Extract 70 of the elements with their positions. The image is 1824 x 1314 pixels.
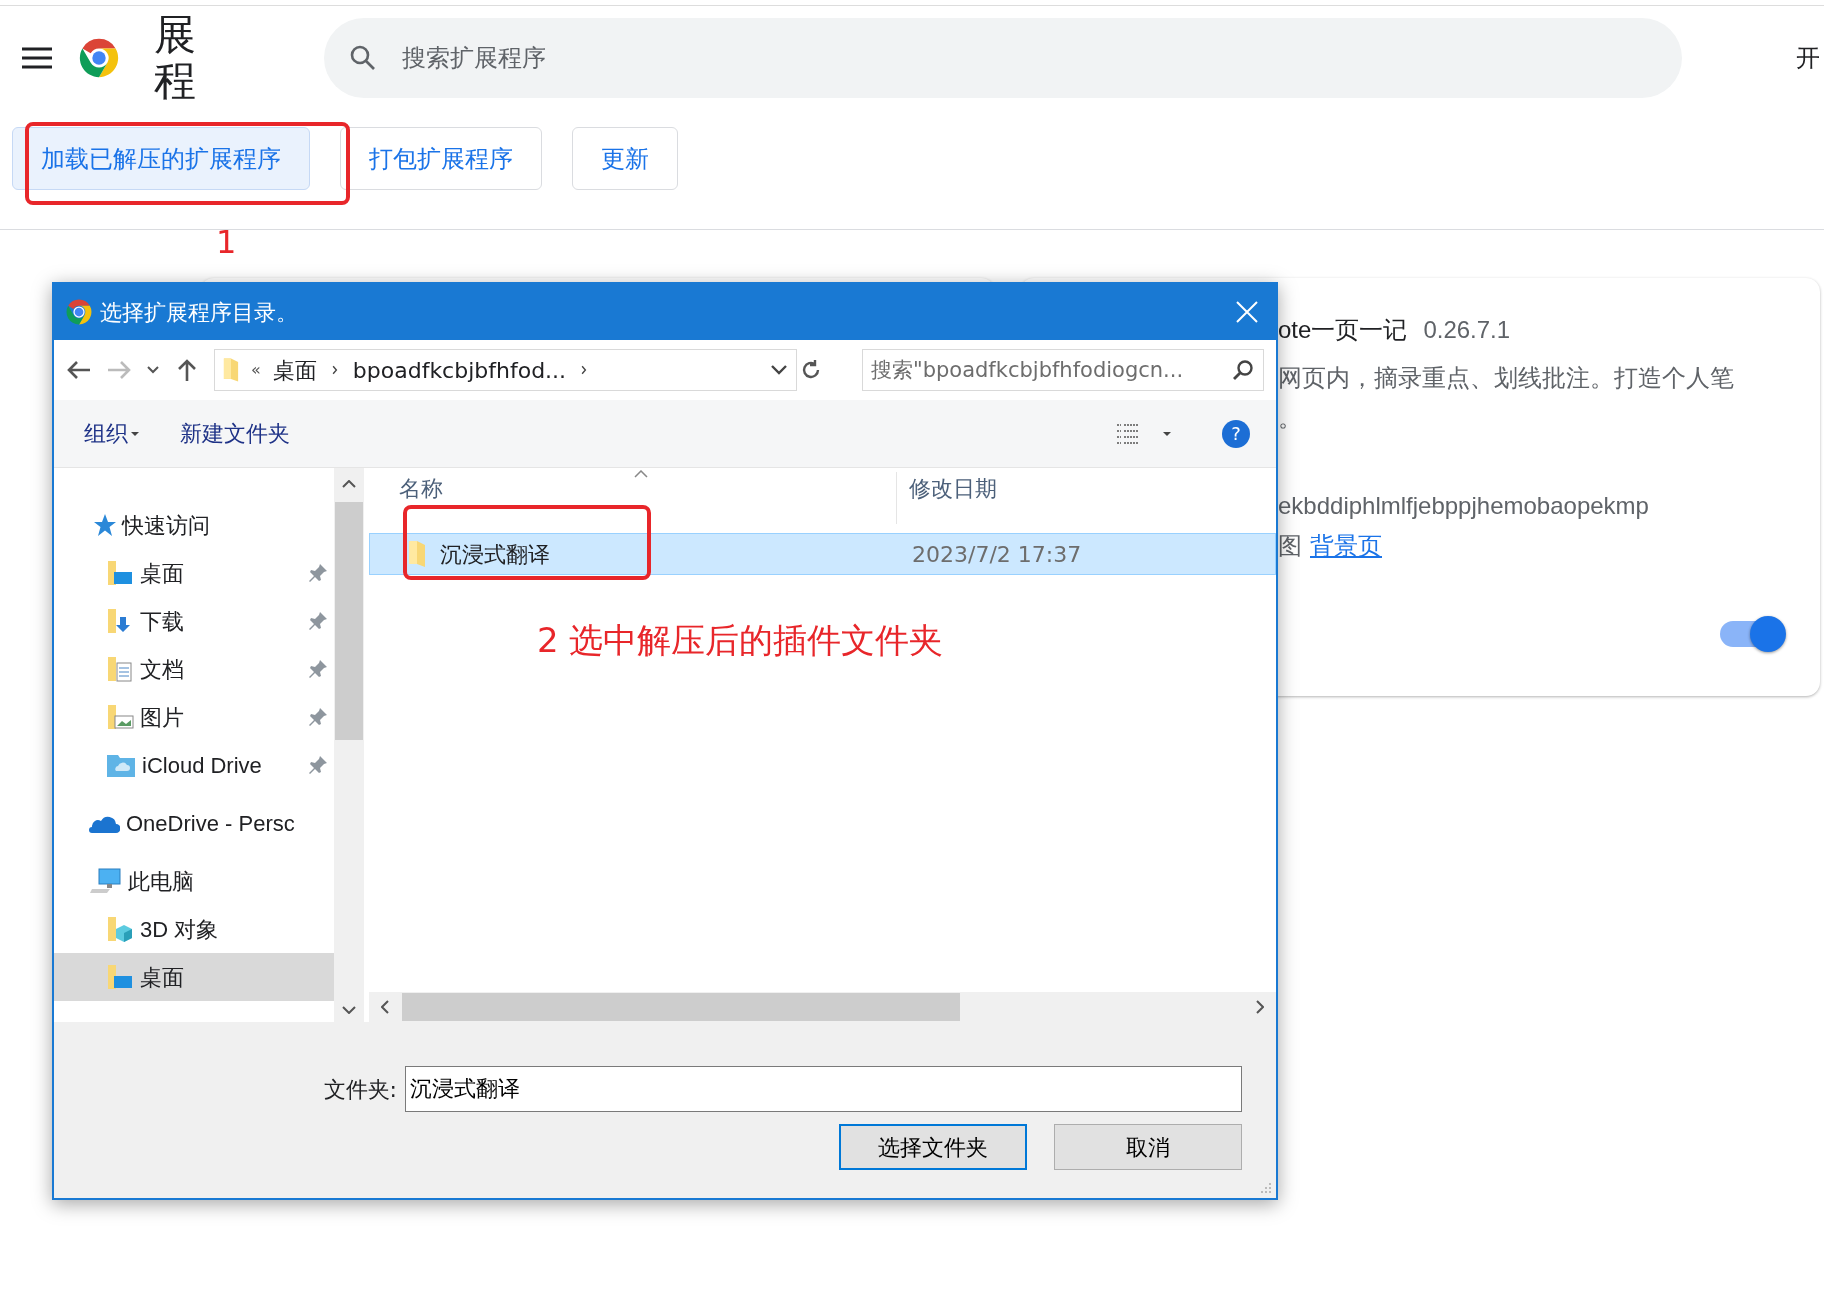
background-page-link[interactable]: 背景页 xyxy=(1310,526,1382,566)
annotation-text: 2 选中解压后的插件文件夹 xyxy=(537,619,944,662)
help-button[interactable]: ? xyxy=(1222,419,1250,448)
extension-description: 。 xyxy=(1278,404,1302,431)
computer-icon xyxy=(90,867,122,895)
nav-item[interactable]: 快速访问 xyxy=(54,501,334,549)
3d-folder-icon xyxy=(106,915,134,943)
scroll-down-icon[interactable] xyxy=(342,1006,356,1014)
extension-description: 网页内，摘录重点、划线批注。打造个人笔 xyxy=(1278,364,1734,391)
organize-menu[interactable]: 组织 xyxy=(76,413,136,454)
column-header[interactable]: 名称 xyxy=(369,472,896,507)
pictures-folder-icon xyxy=(106,703,134,731)
nav-item[interactable]: OneDrive - Persc xyxy=(54,799,334,847)
caret-icon[interactable] xyxy=(1162,430,1172,437)
column-header[interactable]: 修改日期 xyxy=(897,472,997,507)
nav-item[interactable]: 此电脑 xyxy=(54,857,334,905)
toolbar-button[interactable]: 加载已解压的扩展程序 xyxy=(12,127,310,190)
overflow-chevron[interactable]: « xyxy=(251,358,261,382)
file-date: 2023/7/2 17:37 xyxy=(912,540,1082,569)
folder-label: 文件夹: xyxy=(323,1075,397,1104)
nav-item[interactable]: 桌面 xyxy=(54,953,334,1001)
search-icon xyxy=(1232,359,1254,381)
dropdown-caret-icon[interactable] xyxy=(770,364,788,376)
scrollbar-thumb[interactable] xyxy=(335,502,363,740)
caret-icon xyxy=(130,430,140,437)
view-list-icon[interactable] xyxy=(1116,422,1140,445)
step-number: 1 xyxy=(216,222,237,263)
views-label: 图 xyxy=(1278,531,1302,561)
folder-icon xyxy=(408,539,426,569)
extension-version: 0.26.7.1 xyxy=(1423,315,1511,345)
desktop-folder-icon xyxy=(106,559,134,587)
page-title: 展程 xyxy=(154,11,196,105)
nav-item[interactable]: 文档 xyxy=(54,645,334,693)
scroll-right-icon[interactable] xyxy=(1256,1000,1264,1014)
app-logo xyxy=(64,297,94,327)
resize-grip-icon[interactable] xyxy=(1260,1182,1272,1194)
scroll-up-icon[interactable] xyxy=(342,480,356,488)
scroll-left-icon[interactable] xyxy=(381,1000,389,1014)
menu-icon[interactable] xyxy=(22,47,52,69)
enable-toggle[interactable] xyxy=(1718,616,1786,652)
close-icon[interactable] xyxy=(1236,301,1258,323)
toolbar-button[interactable]: 打包扩展程序 xyxy=(340,127,542,190)
file-name: 沉浸式翻译 xyxy=(440,540,551,569)
toolbar-button[interactable]: 更新 xyxy=(572,127,678,190)
extension-name: ote一页一记 xyxy=(1278,315,1408,345)
address-bar[interactable]: « 桌面 bpoadfkcbjbfhfod... xyxy=(214,349,797,391)
nav-item[interactable]: 桌面 xyxy=(54,549,334,597)
folder-field[interactable]: 沉浸式翻译 xyxy=(405,1066,1242,1112)
nav-item[interactable]: 3D 对象 xyxy=(54,905,334,953)
dialog-button[interactable]: 选择文件夹 xyxy=(839,1124,1027,1170)
documents-folder-icon xyxy=(106,655,134,683)
search-field[interactable]: 搜索"bpoadfkcbjbfhfodiogcn... xyxy=(862,349,1264,391)
cloud-folder-icon xyxy=(106,752,136,778)
breadcrumb-item[interactable]: 桌面 xyxy=(272,353,317,387)
file-row[interactable]: 沉浸式翻译 2023/7/2 17:37 xyxy=(369,533,1276,575)
sort-caret-icon xyxy=(634,470,648,478)
new-folder-button[interactable]: 新建文件夹 xyxy=(172,413,298,454)
nav-item[interactable]: 下载 xyxy=(54,597,334,645)
dialog-title: 选择扩展程序目录。 xyxy=(100,298,298,327)
extension-id: ekbddiphlmlfjebppjhemobaopekmp xyxy=(1278,492,1649,519)
desktop-folder-icon xyxy=(106,963,134,991)
search-field[interactable]: 搜索扩展程序 xyxy=(324,18,1682,98)
scrollbar-thumb[interactable] xyxy=(402,993,960,1021)
dropdown-caret-icon[interactable] xyxy=(146,365,160,375)
dialog-button[interactable]: 取消 xyxy=(1054,1124,1242,1170)
search-icon xyxy=(350,45,376,71)
toggle-label: 开 xyxy=(1796,43,1821,73)
nav-item[interactable]: 图片 xyxy=(54,693,334,741)
breadcrumb-item[interactable]: bpoadfkcbjbfhfod... xyxy=(352,353,567,387)
nav-item[interactable]: iCloud Drive xyxy=(54,741,334,789)
